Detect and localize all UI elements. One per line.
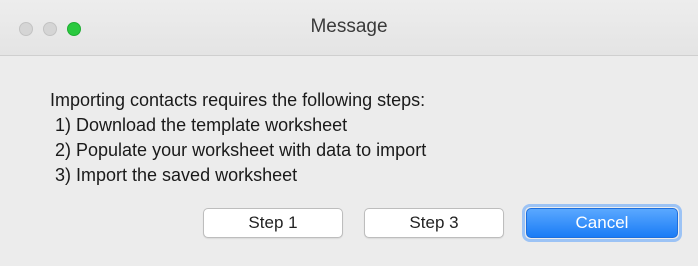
message-line-step-3: 3) Import the saved worksheet xyxy=(50,165,298,185)
message-text: Importing contacts requires the followin… xyxy=(50,88,426,188)
message-dialog: Message Importing contacts requires the … xyxy=(0,0,698,266)
cancel-button[interactable]: Cancel xyxy=(526,208,678,238)
dialog-content: Importing contacts requires the followin… xyxy=(0,56,698,266)
message-line-step-1: 1) Download the template worksheet xyxy=(50,115,348,135)
step-3-button[interactable]: Step 3 xyxy=(364,208,504,238)
step-1-button[interactable]: Step 1 xyxy=(203,208,343,238)
title-bar: Message xyxy=(0,0,698,56)
message-line-intro: Importing contacts requires the followin… xyxy=(50,90,426,110)
message-line-step-2: 2) Populate your worksheet with data to … xyxy=(50,140,427,160)
window-title: Message xyxy=(310,16,388,37)
